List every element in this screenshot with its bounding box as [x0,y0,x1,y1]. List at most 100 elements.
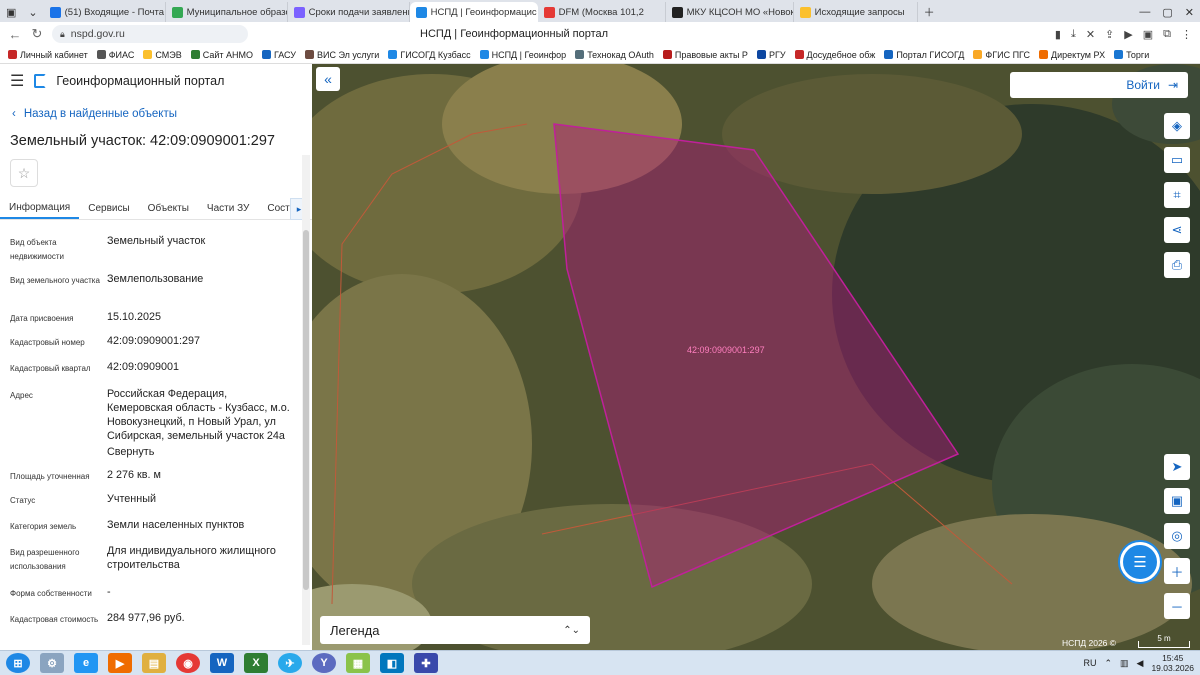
task-settings-icon[interactable]: ⚙ [40,653,64,673]
collapse-panel-button[interactable]: « [316,67,340,91]
browser-tab-mku[interactable]: МКУ КЦСОН МО «Новок [666,2,794,22]
system-tray: RU ⌃ ▥ ◀ 15:45 19.03.2026 [1083,653,1194,673]
print-icon[interactable]: ⎙ [1164,252,1190,278]
map-view[interactable]: 42:09:0909001:297 [312,64,1200,650]
bookmark-item[interactable]: Портал ГИСОГД [884,50,964,60]
minimize-icon[interactable]: — [1133,2,1156,22]
maximize-icon[interactable]: ▢ [1156,2,1178,22]
bookmark-item[interactable]: СМЭВ [143,50,182,60]
tab-parts[interactable]: Части ЗУ [198,197,258,219]
back-arrow-icon[interactable]: ← [8,27,22,42]
clock[interactable]: 15:45 19.03.2026 [1151,653,1194,673]
ruler-icon[interactable]: ▭ [1164,147,1190,173]
field-label: Кадастровый номер [10,338,85,347]
bookmark-item[interactable]: ГАСУ [261,50,296,60]
browser-tab-outgoing[interactable]: Исходящие запросы [794,2,918,22]
bookmark-item[interactable]: ГИСОГД Кузбасс [388,50,471,60]
bookmark-label: НСПД | Геоинфор [491,49,567,60]
language-indicator[interactable]: RU [1083,658,1096,668]
object-info-panel: ☰ Геоинформационный портал ‹ Назад в най… [0,64,313,650]
menu-dots-icon[interactable]: ⋮ [1181,28,1192,41]
legend-dropdown[interactable]: Легенда ⌃⌄ [320,616,590,644]
tab-objects[interactable]: Объекты [139,197,198,219]
start-icon[interactable]: ⊞ [6,653,30,673]
bookmark-favicon-icon [662,50,672,59]
bookmark-item[interactable]: Технокад OAuth [575,50,654,60]
zoom-out-icon[interactable]: － [1164,593,1190,619]
folder-app-icon[interactable]: ▦ [346,653,370,673]
select-area-icon[interactable]: ⌗ [1164,182,1190,208]
bookmark-item[interactable]: Торги [1114,50,1149,60]
copy-icon[interactable]: ⧉ [1163,28,1171,41]
media-icon[interactable]: ▶ [1124,28,1132,41]
bookmark-favicon-icon [756,50,766,59]
media-player-icon[interactable]: ▶ [108,653,132,673]
bookmark-label: Директум РХ [1051,49,1106,60]
screenshot-icon[interactable]: ▣ [1143,28,1153,41]
url-field[interactable]: 🔒︎ nspd.gov.ru [52,25,248,43]
extension-icon[interactable]: ✕ [1086,28,1095,41]
zoom-in-icon[interactable]: ＋ [1164,558,1190,584]
minimap-icon[interactable]: ▣ [1164,488,1190,514]
bookmark-item[interactable]: Сайт АНМО [190,50,253,60]
bookmark-item[interactable]: ФГИС ПГС [973,50,1030,60]
satellite-map[interactable]: 42:09:0909001:297 [312,64,1200,650]
layers-icon[interactable]: ◈ [1164,113,1190,139]
bookmark-item[interactable]: ФИАС [96,50,134,60]
window-close-icon[interactable]: ✕ [1179,2,1200,22]
bookmark-favicon-icon [479,50,489,59]
compass-icon[interactable]: ◎ [1164,523,1190,549]
browser-tabbar: ▣ ⌄ (51) Входящие - Почта M Муниципально… [0,0,1200,22]
browser-tab-dfm[interactable]: DFM (Москва 101,2 [538,2,666,22]
network-app-icon[interactable]: ✚ [414,653,438,673]
tab-label: Исходящие запросы [814,6,905,18]
volume-icon[interactable]: ◀ [1137,658,1144,669]
back-to-results-link[interactable]: ‹ Назад в найденные объекты [12,108,177,120]
bookmark-item[interactable]: Директум РХ [1039,50,1105,60]
download-icon[interactable]: ⤓ [1071,28,1076,41]
favorite-star-icon[interactable]: ☆ [10,159,38,187]
tab-label: DFM (Москва 101,2 [558,6,644,18]
bookmark-item[interactable]: Досудебное обж [794,50,875,60]
new-tab-icon[interactable]: ＋ [918,2,941,22]
word-icon[interactable]: W [210,653,234,673]
bookmark-item[interactable]: Личный кабинет [8,50,88,60]
tray-up-icon[interactable]: ⌃ [1104,658,1112,669]
tab-services[interactable]: Сервисы [79,197,138,219]
hamburger-menu-icon[interactable]: ☰ [10,71,24,91]
browser-tab-deadlines[interactable]: Сроки подачи заявлени [288,2,410,22]
ie-icon[interactable]: e [74,653,98,673]
explorer-icon[interactable]: ▤ [142,653,166,673]
network-icon[interactable]: ▥ [1120,658,1129,669]
clock-date: 19.03.2026 [1151,663,1194,673]
browser-tab-nspd[interactable]: НСПД | Геоинформацис ✕ [409,2,538,22]
share-icon[interactable]: ⇪ [1105,28,1114,41]
bookmark-item[interactable]: ВИС Эл услуги [304,50,379,60]
bookmark-favicon-icon [973,50,983,59]
app-icon[interactable]: ◧ [380,653,404,673]
bookmark-icon[interactable]: ▮ [1055,28,1061,41]
object-title: Земельный участок: 42:09:0909001:297 [10,133,275,149]
locate-icon[interactable]: ➤ [1164,454,1190,480]
tab-list-chevron-icon[interactable]: ⌄ [22,2,43,22]
portal-logo-icon [34,74,47,88]
bookmark-item[interactable]: РГУ [756,50,786,60]
yandex-icon[interactable]: Y [312,653,336,673]
field-value: 15.10.2025 [107,311,162,323]
browser-tab-municipal[interactable]: Муниципальное образов [166,2,288,22]
tab-information[interactable]: Информация [0,197,80,219]
collapse-link[interactable]: Свернуть [107,445,292,459]
field-label: Адрес [10,391,33,400]
chrome-icon[interactable]: ◉ [176,653,200,673]
bookmark-item[interactable]: НСПД | Геоинфор [479,49,567,60]
scrollbar-thumb[interactable] [303,230,309,590]
browser-tab-mail[interactable]: (51) Входящие - Почта M [44,2,166,22]
chat-assistant-icon[interactable]: ☰ [1120,542,1160,582]
share-icon[interactable]: ⋖ [1164,217,1190,243]
bookmark-item[interactable]: Правовые акты Р [662,50,748,60]
tab-search-icon[interactable]: ▣ [0,2,22,22]
telegram-icon[interactable]: ✈ [278,653,302,673]
excel-icon[interactable]: X [244,653,268,673]
login-button[interactable]: Войти ⇥ [1010,72,1188,98]
reload-icon[interactable]: ↻ [30,26,44,42]
